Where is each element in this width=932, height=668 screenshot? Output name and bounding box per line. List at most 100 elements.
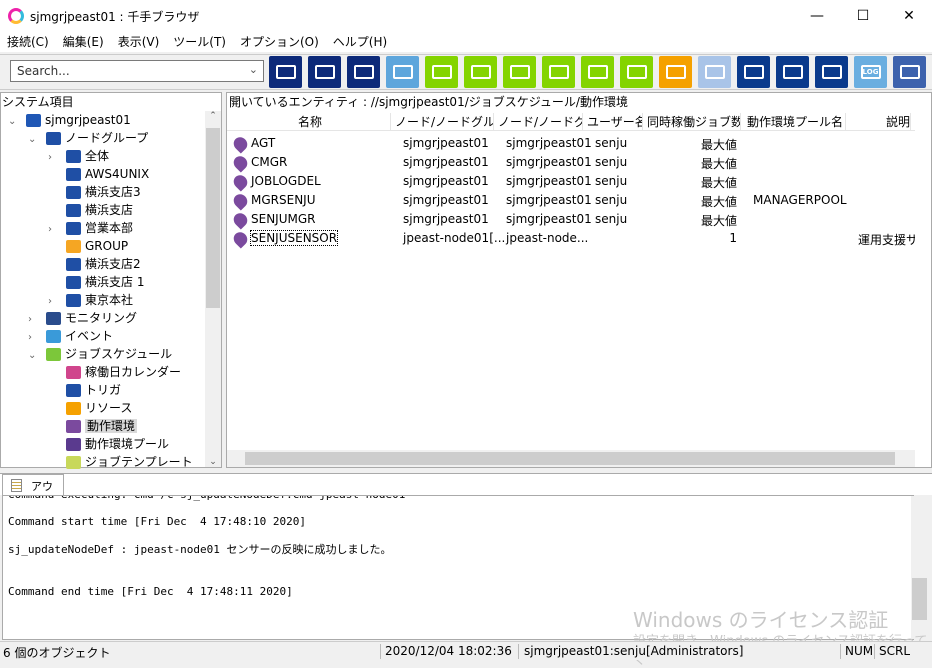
column-header[interactable]: ノード/ノードグループ... [395,113,494,130]
environment-icon [230,190,251,211]
list-scroll-thumb[interactable] [245,452,895,465]
menu-item[interactable]: ヘルプ(H) [326,32,394,52]
title-bar: sjmgrjpeast01 : 千手ブラウザ — ☐ ✕ [0,0,932,32]
table-cell: 1 [729,231,737,245]
table-row[interactable]: SENJUMGR sjmgrjpeast01 sjmgrjpeast01 senju 最… [230,209,920,230]
table-row[interactable]: MGRSENJU sjmgrjpeast01 sjmgrjpeast01 senju 最… [230,190,920,211]
menu-item[interactable]: オプション(O) [233,32,326,52]
tree-item[interactable]: 横浜支店 [48,201,133,219]
entity-name: SENJUMGR [230,209,316,230]
table-cell: sjmgrjpeast01 [403,136,489,150]
column-header[interactable]: 説明 [850,113,911,130]
tree-item[interactable]: ⌄ ノードグループ [28,129,148,147]
environment-pool-icon [66,438,81,451]
gear-tag-button[interactable] [425,56,458,88]
chevron-icon[interactable]: ⌄ [28,347,40,365]
environment-icon [230,228,251,249]
menu-item[interactable]: ツール(T) [166,32,233,52]
scroll-down-icon[interactable]: ⌄ [205,457,221,467]
menu-item[interactable]: 表示(V) [111,32,167,52]
tree-item[interactable]: › 全体 [48,147,109,165]
chevron-icon[interactable]: ⌄ [8,113,20,131]
tree-item[interactable]: GROUP [48,237,128,255]
output-scroll-thumb[interactable] [912,578,927,620]
menu-item[interactable]: 接続(C) [0,32,56,52]
column-header[interactable]: 動作環境プール名 [745,113,846,130]
tree-item[interactable]: › 営業本部 [48,219,133,237]
tree-item[interactable]: トリガ [48,381,121,399]
status-user: sjmgrjpeast01:senju[Administrators] [524,644,744,658]
tree-item[interactable]: リソース [48,399,132,417]
tree-item[interactable]: 横浜支店3 [48,183,141,201]
node-icon [66,186,81,199]
environment-icon [230,209,251,230]
tree-item[interactable]: ジョブテンプレート [48,453,193,471]
tree-item-label: 横浜支店 1 [85,275,145,289]
table-cell: senju [595,174,628,188]
tree-item[interactable]: 動作環境 [48,417,138,435]
tree-item-label: sjmgrjpeast01 [45,113,131,127]
node-icon [66,222,81,235]
table-row[interactable]: JOBLOGDEL sjmgrjpeast01 sjmgrjpeast01 senju… [230,171,920,192]
puzzle-button[interactable] [698,56,731,88]
monitor-camera-button[interactable] [308,56,341,88]
bar-chart-button[interactable] [581,56,614,88]
camera-export-icon [821,65,842,79]
tree-item[interactable]: › モニタリング [28,309,137,327]
check-export-button[interactable] [776,56,809,88]
message-button[interactable] [386,56,419,88]
tree-item[interactable]: › 東京本社 [48,291,133,309]
tree-item[interactable]: ⌄ ジョブスケジュール [28,345,172,363]
menu-bar: 接続(C) 編集(E) 表示(V) ツール(T) オプション(O) ヘルプ(H) [0,32,932,52]
close-button[interactable]: ✕ [886,0,932,32]
tree-item[interactable]: 横浜支店2 [48,255,141,273]
gear-export-button[interactable] [737,56,770,88]
entity-name: CMGR [230,152,287,173]
tree-item[interactable]: 動作環境プール [48,435,169,453]
column-header[interactable]: 名称 [230,113,391,130]
log-file-button[interactable]: LOG [854,56,887,88]
node-group-button[interactable] [269,56,302,88]
tree-item[interactable]: 横浜支店 1 [48,273,144,291]
scroll-up-icon[interactable]: ⌃ [205,111,221,121]
tree-item-label: イベント [65,329,114,343]
chart-bookmark-button[interactable] [659,56,692,88]
tree-item[interactable]: ⌄ sjmgrjpeast01 [8,111,131,129]
tree-item-label: ジョブスケジュール [65,347,173,361]
column-header[interactable]: ユーザー名 [587,113,643,130]
table-row[interactable]: AGT sjmgrjpeast01 sjmgrjpeast01 senju 最大値 [230,133,920,154]
column-header[interactable]: 同時稼働ジョブ数 [647,113,741,130]
chevron-icon[interactable]: ⌄ [28,131,40,149]
chart-bookmark-icon [665,65,686,79]
monitor-database-icon [353,65,374,79]
tree-item[interactable]: 稼働日カレンダー [48,363,181,381]
radar-icon [899,65,920,79]
message-icon [392,65,413,79]
entity-name: JOBLOGDEL [230,171,321,192]
camera-tag-button[interactable] [503,56,536,88]
check-tag-button[interactable] [464,56,497,88]
search-input[interactable]: Search... ⌄ [10,60,264,82]
monitor-database-button[interactable] [347,56,380,88]
tree-item[interactable]: AWS4UNIX [48,165,149,183]
tree-item-label: 横浜支店3 [85,185,141,199]
list-vertical-scrollbar[interactable] [915,111,931,450]
tab-output-view[interactable]: アウトプットビュー [2,474,64,557]
table-cell: 最大値 [700,157,737,171]
activation-watermark: Windows のライセンス認証 [633,608,889,632]
tree-item-label: 動作環境プール [85,437,170,451]
tree-item[interactable]: › イベント [28,327,113,345]
column-header[interactable]: ノード/ノードグル... [498,113,583,130]
minimize-button[interactable]: — [794,0,840,32]
tree-scroll-thumb[interactable] [206,128,220,308]
gantt-button[interactable] [620,56,653,88]
table-row[interactable]: CMGR sjmgrjpeast01 sjmgrjpeast01 senju 最大値 [230,152,920,173]
chevron-down-icon[interactable]: ⌄ [249,63,258,76]
monitor-check-button[interactable] [542,56,575,88]
camera-export-button[interactable] [815,56,848,88]
radar-button[interactable] [893,56,926,88]
table-row[interactable]: SENJUSENSOR jpeast-node01[... jpeast-node.… [230,228,929,249]
maximize-button[interactable]: ☐ [840,0,886,32]
menu-item[interactable]: 編集(E) [56,32,111,52]
node-icon [66,168,81,181]
